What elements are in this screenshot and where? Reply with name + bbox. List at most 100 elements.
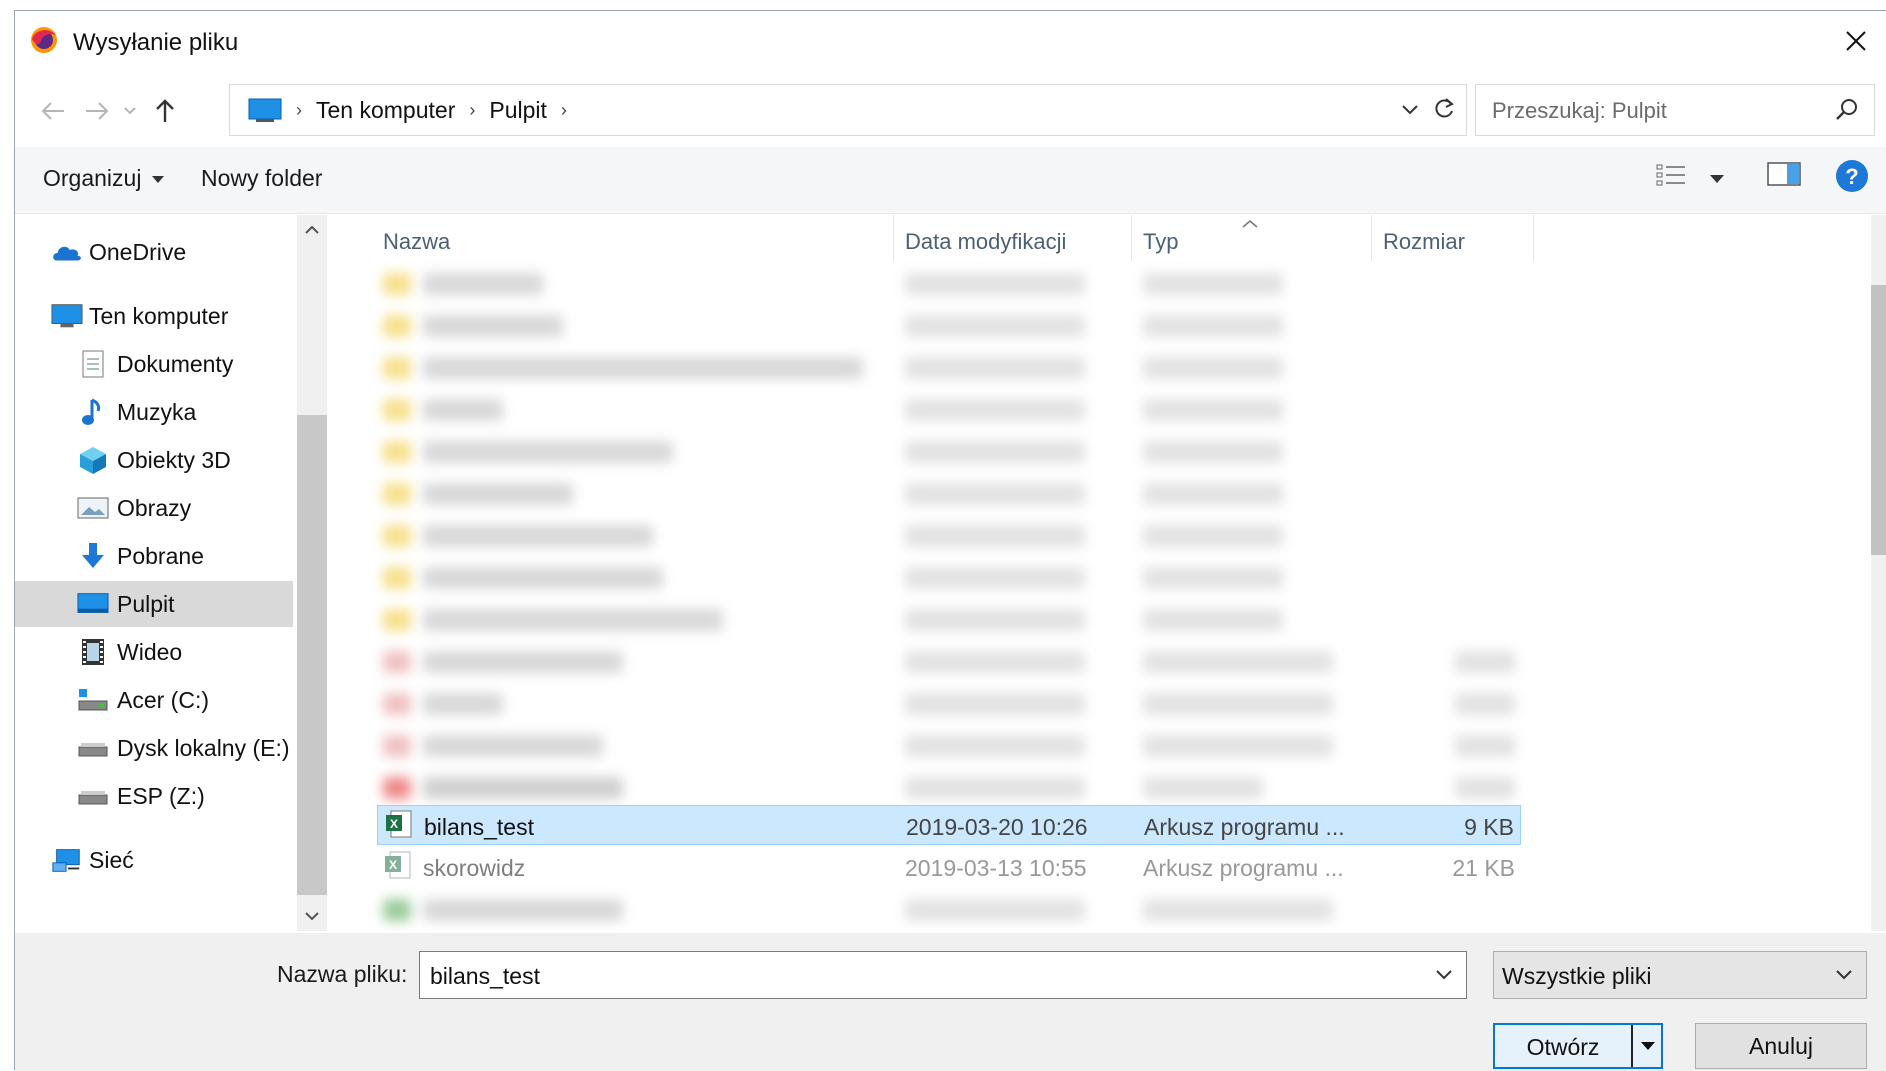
- up-button[interactable]: [145, 91, 185, 131]
- sidebar-item-label: ESP (Z:): [117, 782, 205, 809]
- back-button[interactable]: [33, 91, 73, 131]
- file-type-filter-value: Wszystkie pliki: [1502, 963, 1652, 989]
- filename-dropdown-button[interactable]: [1434, 964, 1454, 989]
- desktop-icon: [77, 589, 109, 619]
- sidebar-item-label: Acer (C:): [117, 686, 209, 713]
- music-icon: [77, 397, 109, 427]
- forward-button[interactable]: [77, 91, 117, 131]
- scroll-up-icon[interactable]: [297, 215, 327, 245]
- arrow-left-icon: [41, 102, 64, 120]
- column-header-name[interactable]: Nazwa: [383, 229, 450, 255]
- help-button[interactable]: ?: [1835, 159, 1869, 198]
- search-icon[interactable]: [1834, 97, 1860, 123]
- column-divider[interactable]: [1131, 215, 1132, 261]
- sidebar-item-label: Muzyka: [117, 398, 197, 425]
- organize-button[interactable]: Organizuj: [43, 165, 165, 192]
- breadcrumb-chevron-icon: ›: [296, 99, 302, 120]
- sidebar-item-ten-komputer[interactable]: Ten komputer: [15, 293, 293, 339]
- cancel-button[interactable]: Anuluj: [1695, 1023, 1867, 1069]
- breadcrumb-chevron-icon[interactable]: ›: [561, 100, 567, 121]
- search-box: [1475, 84, 1875, 137]
- sidebar-item-pobrane[interactable]: Pobrane: [15, 533, 293, 579]
- sidebar-item-onedrive[interactable]: OneDrive: [15, 229, 293, 275]
- navigation-pane-scrollbar[interactable]: [297, 215, 327, 931]
- arrow-right-icon: [86, 102, 109, 120]
- open-split-dropdown[interactable]: [1631, 1025, 1663, 1067]
- column-divider[interactable]: [1533, 215, 1534, 261]
- recent-locations-button[interactable]: [115, 91, 145, 131]
- svg-text:X: X: [389, 858, 397, 872]
- sidebar-item-label: Dokumenty: [117, 350, 234, 377]
- details-view-icon: [1656, 164, 1685, 186]
- objects-3d-icon: [77, 445, 109, 475]
- organize-label: Organizuj: [43, 165, 142, 191]
- close-icon: [1846, 31, 1866, 51]
- computer-icon: [248, 98, 282, 122]
- file-type-filter[interactable]: Wszystkie pliki: [1493, 951, 1867, 999]
- sidebar-item-obiekty-3d[interactable]: Obiekty 3D: [15, 437, 293, 483]
- sidebar-item-pulpit[interactable]: Pulpit: [15, 581, 293, 627]
- view-options-button[interactable]: [1655, 161, 1687, 194]
- firefox-icon: [29, 25, 59, 55]
- caret-down-icon: [152, 175, 165, 183]
- pictures-icon: [77, 493, 109, 523]
- search-input[interactable]: [1490, 85, 1814, 137]
- sidebar-item-wideo[interactable]: Wideo: [15, 629, 293, 675]
- caret-down-icon: [1710, 175, 1724, 183]
- column-header-size[interactable]: Rozmiar: [1383, 229, 1465, 255]
- svg-text:X: X: [390, 817, 398, 831]
- column-divider[interactable]: [1371, 215, 1372, 261]
- sidebar-item-acer-c[interactable]: Acer (C:): [15, 677, 293, 723]
- preview-pane-button[interactable]: [1767, 161, 1801, 192]
- open-button-label: Otwórz: [1526, 1034, 1600, 1060]
- window-title: Wysyłanie pliku: [73, 29, 239, 56]
- sidebar-item-obrazy[interactable]: Obrazy: [15, 485, 293, 531]
- scroll-down-icon[interactable]: [297, 901, 327, 931]
- sidebar-item-esp-z[interactable]: ESP (Z:): [15, 773, 293, 819]
- computer-icon: [51, 301, 83, 331]
- file-row-skorowidz[interactable]: X skorowidz 2019-03-13 10:55 Arkusz prog…: [377, 847, 1521, 887]
- dialog-footer: Nazwa pliku: Wszystkie pliki Otwórz: [15, 933, 1886, 1071]
- file-type: Arkusz programu ...: [1144, 814, 1345, 840]
- sidebar-item-siec[interactable]: Sieć: [15, 837, 293, 883]
- onedrive-icon: [51, 237, 83, 267]
- svg-text:?: ?: [1845, 164, 1858, 189]
- refresh-icon: [1435, 98, 1454, 118]
- sidebar-item-dokumenty[interactable]: Dokumenty: [15, 341, 293, 387]
- chevron-down-icon: [124, 107, 136, 115]
- documents-icon: [77, 349, 109, 379]
- column-divider[interactable]: [893, 215, 894, 261]
- column-header-type[interactable]: Typ: [1143, 229, 1178, 255]
- address-bar[interactable]: › Ten komputer › Pulpit ›: [229, 84, 1467, 136]
- caret-down-icon: [1641, 1042, 1655, 1050]
- file-modified: 2019-03-13 10:55: [905, 855, 1087, 881]
- new-folder-button[interactable]: Nowy folder: [201, 165, 322, 192]
- filename-input[interactable]: [428, 952, 1392, 1000]
- file-list-scrollbar[interactable]: [1871, 215, 1886, 931]
- filename-combobox: [419, 951, 1467, 1000]
- sidebar-item-muzyka[interactable]: Muzyka: [15, 389, 293, 435]
- file-modified: 2019-03-20 10:26: [906, 814, 1088, 840]
- column-header-modified[interactable]: Data modyfikacji: [905, 229, 1066, 255]
- close-button[interactable]: [1826, 11, 1886, 71]
- refresh-button[interactable]: [1430, 95, 1458, 128]
- cancel-button-label: Anuluj: [1749, 1032, 1813, 1059]
- scrollbar-thumb[interactable]: [1871, 285, 1886, 555]
- sidebar-item-dysk-lokalny-e[interactable]: Dysk lokalny (E:): [15, 725, 293, 771]
- navigation-pane: OneDrive Ten komputer Dokumenty Muzyka O…: [15, 215, 293, 935]
- file-type: Arkusz programu ...: [1143, 855, 1344, 881]
- drive-icon: [77, 781, 109, 811]
- open-button[interactable]: Otwórz: [1493, 1023, 1663, 1069]
- file-size: 21 KB: [1452, 855, 1515, 881]
- file-row-bilans-test[interactable]: X bilans_test 2019-03-20 10:26 Arkusz pr…: [377, 805, 1521, 845]
- scrollbar-thumb[interactable]: [297, 415, 327, 895]
- breadcrumb-chevron-icon: ›: [469, 99, 476, 120]
- breadcrumb-pulpit[interactable]: Pulpit: [489, 97, 547, 124]
- file-dialog-window: Wysyłanie pliku › Ten komputer › Pulpit …: [14, 10, 1886, 1071]
- breadcrumb-ten-komputer[interactable]: Ten komputer: [316, 97, 455, 124]
- address-history-button[interactable]: [1400, 99, 1420, 124]
- sort-ascending-icon: [1242, 220, 1258, 228]
- view-dropdown-button[interactable]: [1709, 171, 1725, 189]
- sidebar-item-label: Obiekty 3D: [117, 446, 231, 473]
- file-name: bilans_test: [424, 814, 534, 840]
